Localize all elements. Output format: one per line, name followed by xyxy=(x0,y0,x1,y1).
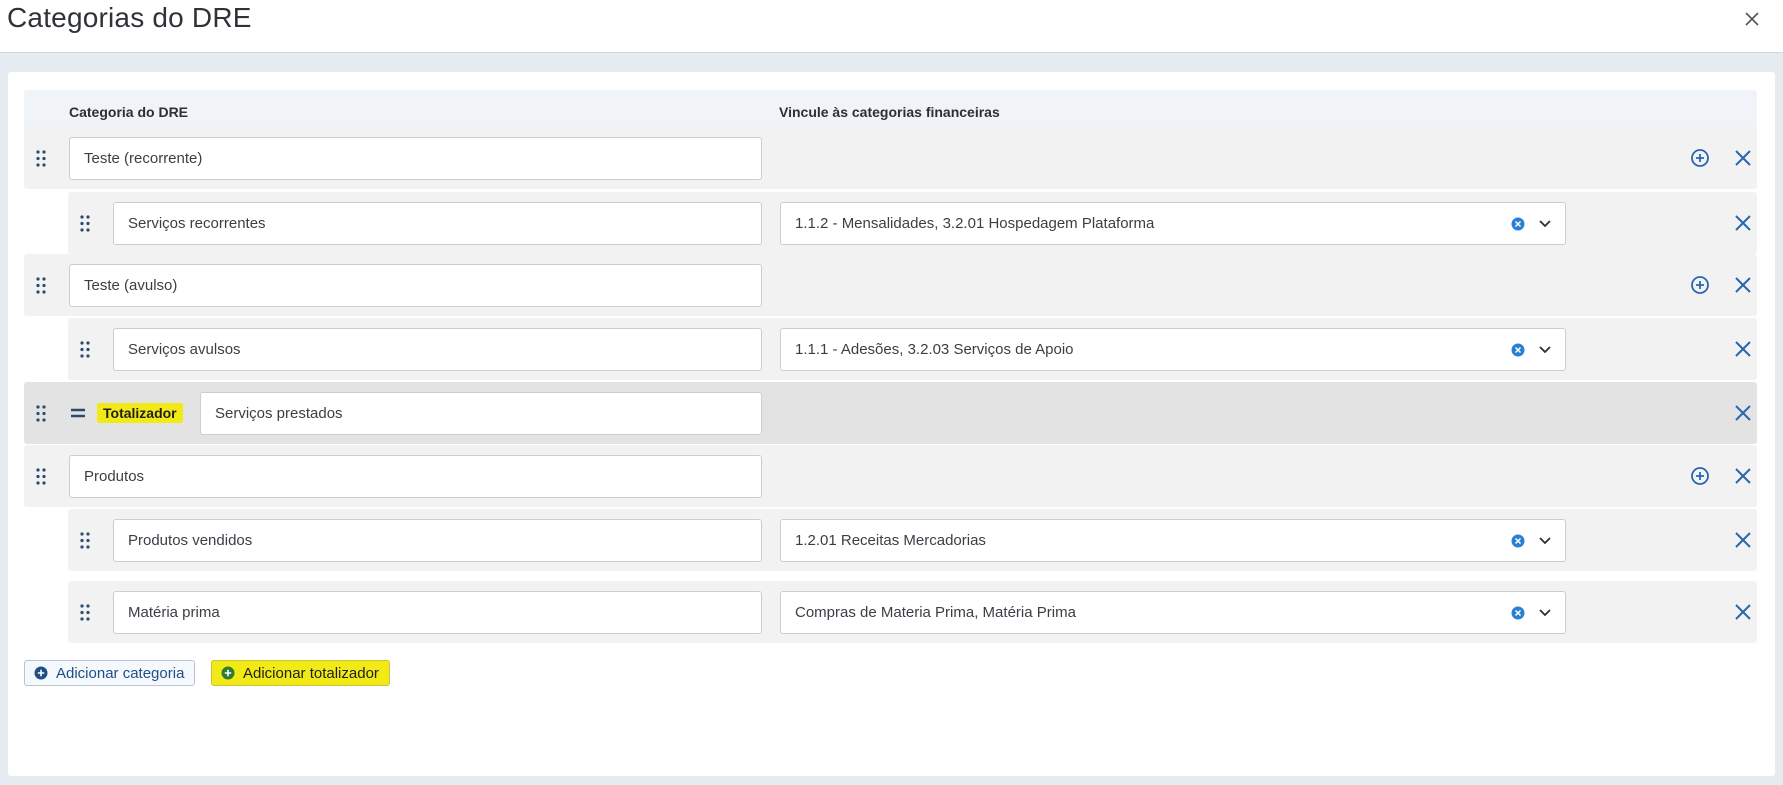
financial-category-select[interactable]: 1.1.2 - Mensalidades, 3.2.01 Hospedagem … xyxy=(780,202,1566,245)
dre-group-row: Teste (avulso) xyxy=(24,254,1757,316)
remove-row-icon[interactable] xyxy=(1732,465,1754,487)
add-subcategory-icon[interactable] xyxy=(1689,274,1711,296)
chevron-down-icon[interactable] xyxy=(1537,534,1553,548)
remove-row-icon[interactable] xyxy=(1732,147,1754,169)
financial-category-value: 1.1.1 - Adesões, 3.2.03 Serviços de Apoi… xyxy=(795,341,1074,358)
drag-handle-icon[interactable] xyxy=(80,532,90,549)
close-icon[interactable] xyxy=(1741,8,1763,30)
financial-category-select[interactable]: 1.1.1 - Adesões, 3.2.03 Serviços de Apoi… xyxy=(780,328,1566,371)
remove-row-icon[interactable] xyxy=(1732,212,1754,234)
dre-item-row: Serviços avulsos 1.1.1 - Adesões, 3.2.03… xyxy=(68,318,1757,380)
category-name-input[interactable]: Serviços recorrentes xyxy=(113,202,762,245)
category-name-input[interactable]: Produtos vendidos xyxy=(113,519,762,562)
totalizer-name-input[interactable]: Serviços prestados xyxy=(200,392,762,435)
clear-selection-icon[interactable] xyxy=(1511,343,1525,357)
category-name-input[interactable]: Teste (avulso) xyxy=(69,264,762,307)
drag-handle-icon[interactable] xyxy=(36,405,46,422)
plus-circle-icon xyxy=(221,666,235,680)
dre-group-row: Teste (recorrente) xyxy=(24,127,1757,189)
dre-group-row: Produtos xyxy=(24,445,1757,507)
financial-category-value: 1.1.2 - Mensalidades, 3.2.01 Hospedagem … xyxy=(795,215,1155,232)
add-category-label: Adicionar categoria xyxy=(56,664,185,682)
column-header-link: Vincule às categorias financeiras xyxy=(779,104,1000,120)
drag-handle-icon[interactable] xyxy=(80,604,90,621)
remove-row-icon[interactable] xyxy=(1732,601,1754,623)
category-name-input[interactable]: Matéria prima xyxy=(113,591,762,634)
clear-selection-icon[interactable] xyxy=(1511,217,1525,231)
dre-total-row: Totalizador Serviços prestados xyxy=(24,382,1757,444)
category-name-input[interactable]: Serviços avulsos xyxy=(113,328,762,371)
drag-handle-icon[interactable] xyxy=(36,277,46,294)
totalizer-badge: Totalizador xyxy=(97,403,183,423)
remove-row-icon[interactable] xyxy=(1732,402,1754,424)
financial-category-value: 1.2.01 Receitas Mercadorias xyxy=(795,532,986,549)
dre-item-row: Produtos vendidos 1.2.01 Receitas Mercad… xyxy=(68,509,1757,571)
column-header-category: Categoria do DRE xyxy=(69,104,189,120)
dialog-header: Categorias do DRE xyxy=(0,0,1783,53)
dialog-title: Categorias do DRE xyxy=(7,2,252,33)
add-totalizer-label: Adicionar totalizador xyxy=(243,664,379,682)
add-category-button[interactable]: Adicionar categoria xyxy=(24,660,196,686)
dre-item-row: Matéria prima Compras de Materia Prima, … xyxy=(68,581,1757,643)
financial-category-value: Compras de Materia Prima, Matéria Prima xyxy=(795,604,1076,621)
drag-handle-icon[interactable] xyxy=(36,468,46,485)
add-totalizer-button[interactable]: Adicionar totalizador xyxy=(211,660,390,686)
equals-icon xyxy=(70,406,86,420)
financial-category-select[interactable]: 1.2.01 Receitas Mercadorias xyxy=(780,519,1566,562)
chevron-down-icon[interactable] xyxy=(1537,606,1553,620)
drag-handle-icon[interactable] xyxy=(80,215,90,232)
drag-handle-icon[interactable] xyxy=(80,341,90,358)
clear-selection-icon[interactable] xyxy=(1511,606,1525,620)
drag-handle-icon[interactable] xyxy=(36,150,46,167)
clear-selection-icon[interactable] xyxy=(1511,534,1525,548)
dre-item-row: Serviços recorrentes 1.1.2 - Mensalidade… xyxy=(68,192,1757,254)
category-name-input[interactable]: Teste (recorrente) xyxy=(69,137,762,180)
add-subcategory-icon[interactable] xyxy=(1689,147,1711,169)
remove-row-icon[interactable] xyxy=(1732,529,1754,551)
add-subcategory-icon[interactable] xyxy=(1689,465,1711,487)
financial-category-select[interactable]: Compras de Materia Prima, Matéria Prima xyxy=(780,591,1566,634)
chevron-down-icon[interactable] xyxy=(1537,343,1553,357)
remove-row-icon[interactable] xyxy=(1732,338,1754,360)
remove-row-icon[interactable] xyxy=(1732,274,1754,296)
plus-circle-icon xyxy=(34,666,48,680)
chevron-down-icon[interactable] xyxy=(1537,217,1553,231)
category-name-input[interactable]: Produtos xyxy=(69,455,762,498)
